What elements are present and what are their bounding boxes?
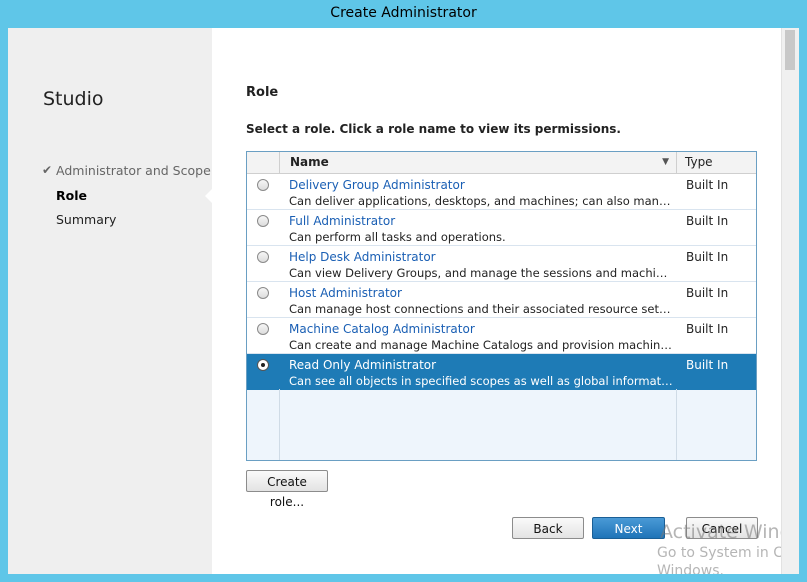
role-type: Built In <box>686 358 729 372</box>
radio-button[interactable] <box>257 287 269 299</box>
role-type: Built In <box>686 214 729 228</box>
step-label: Summary <box>56 212 117 227</box>
radio-button[interactable] <box>257 323 269 335</box>
column-divider <box>676 389 677 460</box>
role-row[interactable]: Machine Catalog Administrator Can create… <box>247 318 756 354</box>
instructions-text: Select a role. Click a role name to view… <box>246 122 621 136</box>
role-name-link[interactable]: Host Administrator <box>289 286 402 300</box>
role-name-link[interactable]: Read Only Administrator <box>289 358 436 372</box>
step-administrator-and-scope[interactable]: ✔ Administrator and Scope <box>42 163 211 178</box>
sort-down-icon: ▼ <box>662 157 669 167</box>
radio-button[interactable] <box>257 215 269 227</box>
role-name-link[interactable]: Machine Catalog Administrator <box>289 322 475 336</box>
role-row-selected[interactable]: Read Only Administrator Can see all obje… <box>247 354 756 390</box>
column-divider <box>279 389 280 460</box>
role-row[interactable]: Delivery Group Administrator Can deliver… <box>247 174 756 210</box>
role-type: Built In <box>686 322 729 336</box>
studio-heading: Studio <box>43 88 104 110</box>
grid-header: Name ▼ Type <box>247 152 756 174</box>
column-header-label: Type <box>685 155 713 169</box>
activation-watermark-title: Activate Windows <box>660 521 799 543</box>
next-button[interactable]: Next <box>592 517 665 539</box>
radio-button-checked[interactable] <box>257 359 269 371</box>
step-label: Role <box>56 188 87 203</box>
role-name-link[interactable]: Delivery Group Administrator <box>289 178 465 192</box>
role-row[interactable]: Full Administrator Can perform all tasks… <box>247 210 756 246</box>
wizard-sidebar: Studio ✔ Administrator and Scope Role Su… <box>8 28 212 574</box>
wizard-client-area: Studio ✔ Administrator and Scope Role Su… <box>8 28 799 574</box>
create-role-button[interactable]: Create role... <box>246 470 328 509</box>
column-header-label: Name <box>290 155 329 169</box>
create-administrator-window: Create Administrator Studio ✔ Administra… <box>0 0 807 582</box>
column-header-type[interactable]: Type <box>676 152 756 173</box>
role-name-link[interactable]: Help Desk Administrator <box>289 250 436 264</box>
current-step-pointer <box>205 188 213 204</box>
role-description: Can manage host connections and their as… <box>289 302 673 316</box>
scrollbar-thumb[interactable] <box>785 30 795 70</box>
role-grid[interactable]: Name ▼ Type Delivery Group Administrator… <box>246 151 757 461</box>
role-row[interactable]: Help Desk Administrator Can view Deliver… <box>247 246 756 282</box>
role-description: Can deliver applications, desktops, and … <box>289 194 673 208</box>
column-header-name[interactable]: Name ▼ <box>279 152 675 173</box>
role-type: Built In <box>686 286 729 300</box>
radio-button[interactable] <box>257 179 269 191</box>
radio-button[interactable] <box>257 251 269 263</box>
back-button[interactable]: Back <box>512 517 584 539</box>
vertical-scrollbar[interactable] <box>781 28 799 574</box>
step-summary[interactable]: Summary <box>56 212 116 227</box>
window-title: Create Administrator <box>330 5 477 21</box>
role-description: Can view Delivery Groups, and manage the… <box>289 266 673 280</box>
role-description: Can see all objects in specified scopes … <box>289 374 673 388</box>
role-name-link[interactable]: Full Administrator <box>289 214 395 228</box>
section-title: Role <box>246 85 279 100</box>
step-role[interactable]: Role <box>56 188 87 203</box>
role-type: Built In <box>686 250 729 264</box>
check-icon: ✔ <box>42 163 53 177</box>
activation-watermark-text: Go to System in Control <box>657 545 799 561</box>
role-description: Can create and manage Machine Catalogs a… <box>289 338 673 352</box>
step-label: Administrator and Scope <box>56 163 211 178</box>
role-type: Built In <box>686 178 729 192</box>
role-row[interactable]: Host Administrator Can manage host conne… <box>247 282 756 318</box>
activation-watermark-text: Windows. <box>657 563 724 574</box>
role-description: Can perform all tasks and operations. <box>289 230 506 244</box>
